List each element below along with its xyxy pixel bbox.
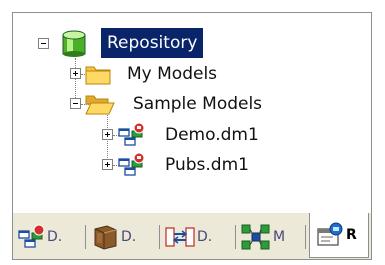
tab-divider [235,225,236,249]
tree-node-label: Demo.dm1 [165,125,259,145]
folder-icon [85,66,111,85]
model-diagram-icon [18,224,45,248]
tab-data-lineage[interactable]: D. [165,219,212,255]
tab-label: R [346,227,357,243]
expand-toggle[interactable] [102,129,113,140]
tab-divider [85,225,86,249]
expand-toggle[interactable] [70,68,81,79]
tab-divider [159,225,160,249]
tab-data-models[interactable]: D. [17,219,62,255]
model-diagram-icon [118,152,145,176]
tree-node-label: My Models [127,64,218,84]
tree-node-my-models[interactable]: My Models [65,59,345,89]
tab-data-dictionary[interactable]: D. [91,219,136,255]
tab-divider [305,225,306,249]
tab-label: M [273,229,286,245]
model-diagram-icon [118,122,145,146]
collapse-toggle[interactable] [38,38,49,49]
data-lineage-icon [165,227,195,247]
tree-node-label: Sample Models [133,94,263,114]
repository-explorer-panel: Repository My Models Sample Models Demo.… [12,12,372,260]
tree-node-sample-models[interactable]: Sample Models [65,89,345,119]
tab-label: D. [121,229,137,245]
tree-node-label: Repository [101,28,204,58]
tab-label: D. [197,229,213,245]
tree-node-label: Pubs.dm1 [165,155,249,175]
macro-icon [241,224,270,250]
explorer-tab-strip: D. D. D. M R [13,213,371,259]
tree-node-repository[interactable]: Repository [35,28,355,58]
repository-icon [317,222,343,246]
tab-macros[interactable]: M [241,219,285,255]
repository-tree[interactable]: Repository My Models Sample Models Demo.… [13,13,371,214]
tree-node-demo-model[interactable]: Demo.dm1 [99,120,349,150]
tab-label: D. [47,229,63,245]
data-dictionary-icon [94,225,117,250]
expand-toggle[interactable] [102,159,113,170]
database-icon [62,30,86,57]
tree-node-pubs-model[interactable]: Pubs.dm1 [99,150,349,180]
tab-repository[interactable]: R [309,213,369,258]
open-folder-icon [85,95,115,115]
collapse-toggle[interactable] [70,98,81,109]
